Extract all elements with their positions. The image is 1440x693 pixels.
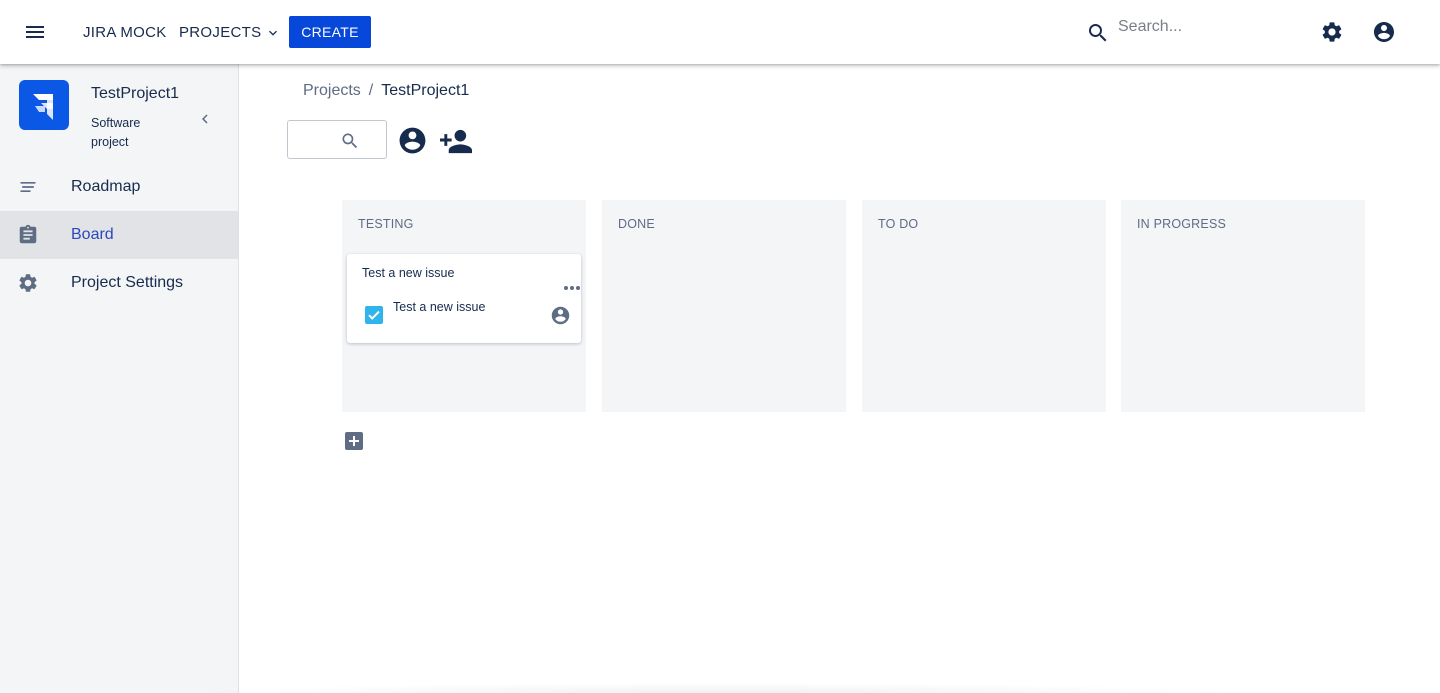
checkbox-icon	[365, 306, 383, 324]
column-title: DONE	[618, 217, 655, 231]
roadmap-icon	[17, 176, 39, 198]
breadcrumb-projects-link[interactable]: Projects	[303, 82, 361, 100]
board-column-testing: TESTING Test a new issue Test a new issu…	[342, 200, 586, 412]
add-person-icon[interactable]	[438, 124, 474, 156]
app-name-link[interactable]: JIRA MOCK	[83, 24, 167, 41]
board-column-in-progress: IN PROGRESS	[1121, 200, 1365, 412]
sidebar-item-board[interactable]: Board	[0, 211, 238, 259]
project-type: Software project	[91, 116, 141, 149]
issue-card-key: Test a new issue	[393, 300, 486, 314]
board-column-done: DONE	[602, 200, 846, 412]
breadcrumb-separator: /	[368, 82, 374, 99]
sidebar-item-project-settings[interactable]: Project Settings	[0, 259, 238, 307]
more-horizontal-icon[interactable]	[563, 278, 581, 290]
sidebar-item-label: Roadmap	[71, 178, 141, 195]
projects-menu-label: PROJECTS	[179, 24, 262, 41]
chevron-left-icon[interactable]	[196, 110, 214, 128]
account-circle-icon[interactable]	[1372, 20, 1396, 44]
menu-icon[interactable]	[22, 20, 48, 44]
top-app-bar: JIRA MOCK PROJECTS CREATE	[0, 0, 1440, 64]
breadcrumb-current: TestProject1	[381, 82, 470, 99]
projects-menu[interactable]: PROJECTS	[179, 24, 281, 41]
breadcrumb: Projects / TestProject1	[303, 82, 469, 100]
add-column-button[interactable]	[345, 432, 363, 450]
global-search-input[interactable]	[1118, 14, 1298, 40]
project-logo	[19, 80, 69, 130]
issue-card-title: Test a new issue	[362, 266, 455, 280]
issue-card[interactable]: Test a new issue Test a new issue	[347, 254, 581, 343]
search-icon[interactable]	[1086, 21, 1110, 45]
gear-icon	[17, 272, 39, 294]
sidebar-item-roadmap[interactable]: Roadmap	[0, 163, 238, 211]
sidebar-item-label: Board	[71, 226, 114, 243]
sidebar: TestProject1 Software project Roadmap Bo…	[0, 64, 239, 693]
column-title: TO DO	[878, 217, 919, 231]
board-search-input[interactable]	[287, 120, 387, 159]
account-circle-icon[interactable]	[550, 305, 571, 326]
sidebar-item-label: Project Settings	[71, 274, 184, 291]
search-icon	[342, 133, 358, 149]
gear-icon[interactable]	[1320, 20, 1344, 44]
user-avatar-icon[interactable]	[397, 125, 428, 156]
bottom-shadow	[180, 683, 1260, 693]
board-column-to-do: TO DO	[862, 200, 1106, 412]
plus-icon	[349, 436, 359, 446]
project-name: TestProject1	[91, 85, 180, 102]
chevron-down-icon	[269, 30, 278, 36]
column-title: TESTING	[358, 217, 414, 231]
create-button[interactable]: CREATE	[289, 16, 371, 48]
clipboard-icon	[17, 224, 39, 246]
column-title: IN PROGRESS	[1137, 217, 1227, 231]
